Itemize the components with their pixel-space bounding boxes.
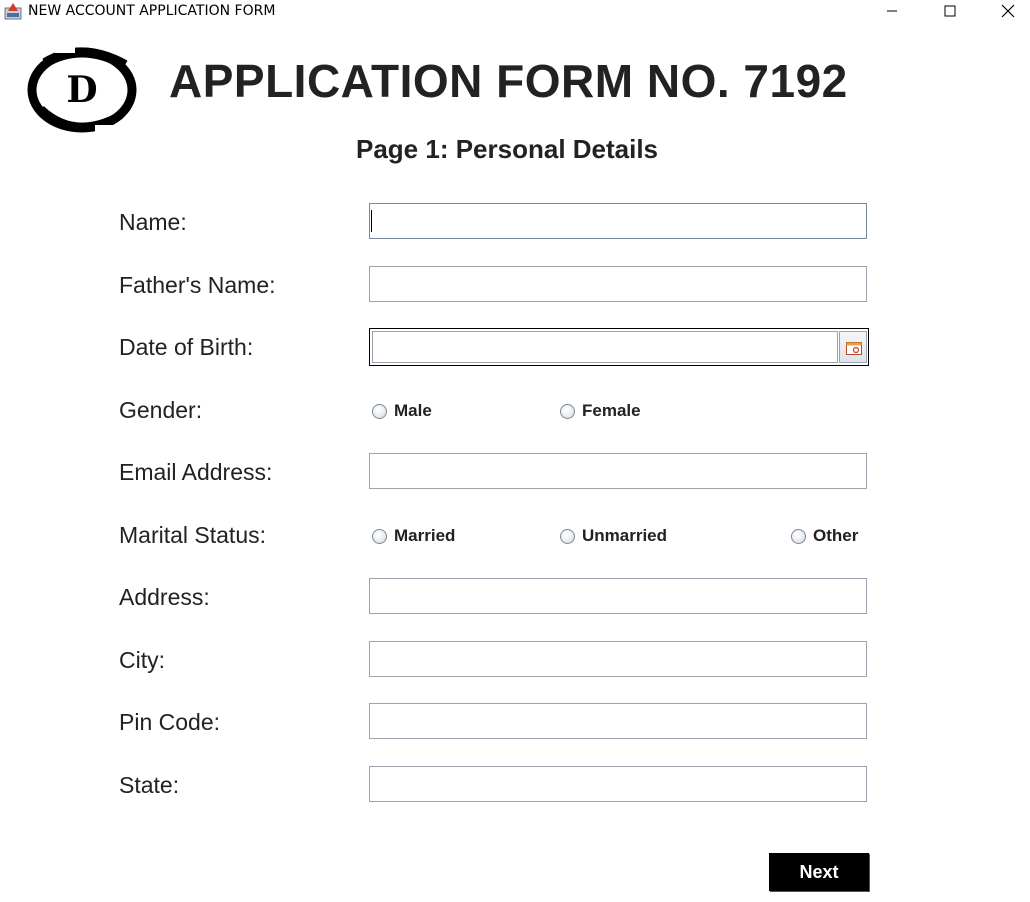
pin-code-input[interactable]	[369, 703, 867, 739]
form-title: APPLICATION FORM NO. 7192	[169, 55, 848, 107]
marital-other-radio[interactable]: Other	[791, 526, 858, 546]
state-input[interactable]	[369, 766, 867, 802]
marital-status-label: Marital Status:	[119, 522, 266, 548]
maximize-icon	[944, 5, 956, 17]
text-caret	[371, 210, 372, 232]
address-input[interactable]	[369, 578, 867, 614]
radio-label-married: Married	[394, 526, 456, 545]
date-picker	[369, 328, 869, 366]
radio-circle	[560, 403, 575, 419]
radio-circle	[791, 528, 806, 544]
marital-married-radio[interactable]: Married	[372, 526, 455, 546]
name-input[interactable]	[369, 203, 867, 239]
father-name-input[interactable]	[369, 266, 867, 302]
next-button[interactable]: Next	[769, 853, 869, 891]
radio-label-unmarried: Unmarried	[582, 526, 668, 545]
page-subtitle: Page 1: Personal Details	[356, 134, 659, 164]
radio-circle	[372, 403, 387, 419]
father-name-label: Father's Name:	[119, 272, 276, 298]
radio-circle	[560, 528, 575, 544]
java-app-icon	[4, 3, 22, 20]
radio-label-other: Other	[813, 526, 859, 545]
address-label: Address:	[119, 584, 210, 610]
pin-code-label: Pin Code:	[119, 709, 221, 735]
marital-unmarried-radio[interactable]: Unmarried	[560, 526, 667, 546]
gender-label: Gender:	[119, 397, 203, 423]
close-icon	[1001, 4, 1015, 18]
window-title: NEW ACCOUNT APPLICATION FORM	[28, 3, 276, 19]
close-button[interactable]	[979, 0, 1030, 22]
radio-label-female: Female	[582, 401, 641, 420]
calendar-icon	[846, 342, 862, 355]
minimize-button[interactable]	[863, 0, 921, 22]
bank-logo: D	[27, 45, 137, 133]
email-label: Email Address:	[119, 459, 273, 485]
dob-input[interactable]	[372, 331, 838, 363]
city-input[interactable]	[369, 641, 867, 677]
city-label: City:	[119, 647, 165, 673]
state-label: State:	[119, 772, 180, 798]
gender-male-radio[interactable]: Male	[372, 401, 432, 421]
email-input[interactable]	[369, 453, 867, 489]
radio-circle	[372, 528, 387, 544]
gender-female-radio[interactable]: Female	[560, 401, 641, 421]
logo-letter: D	[66, 69, 97, 111]
title-bar: NEW ACCOUNT APPLICATION FORM	[0, 0, 1030, 22]
minimize-icon	[887, 10, 897, 12]
calendar-button[interactable]	[839, 331, 867, 363]
name-label: Name:	[119, 209, 187, 235]
maximize-button[interactable]	[921, 0, 979, 22]
dob-label: Date of Birth:	[119, 334, 254, 360]
radio-label-male: Male	[394, 401, 432, 420]
